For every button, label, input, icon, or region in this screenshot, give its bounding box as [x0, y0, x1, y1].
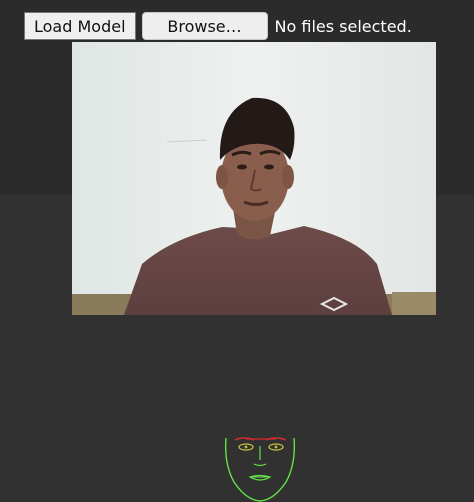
webcam-frame-image — [72, 42, 436, 315]
file-input[interactable]: Browse… No files selected. — [141, 12, 412, 40]
file-status-text: No files selected. — [274, 16, 412, 36]
load-model-button[interactable]: Load Model — [24, 12, 136, 40]
browse-button[interactable]: Browse… — [141, 12, 268, 40]
toolbar: Load Model Browse… No files selected. — [24, 12, 412, 40]
webcam-video — [72, 42, 436, 315]
face-landmark-overlay — [224, 437, 296, 502]
page: Load Model Browse… No files selected. — [0, 0, 474, 502]
